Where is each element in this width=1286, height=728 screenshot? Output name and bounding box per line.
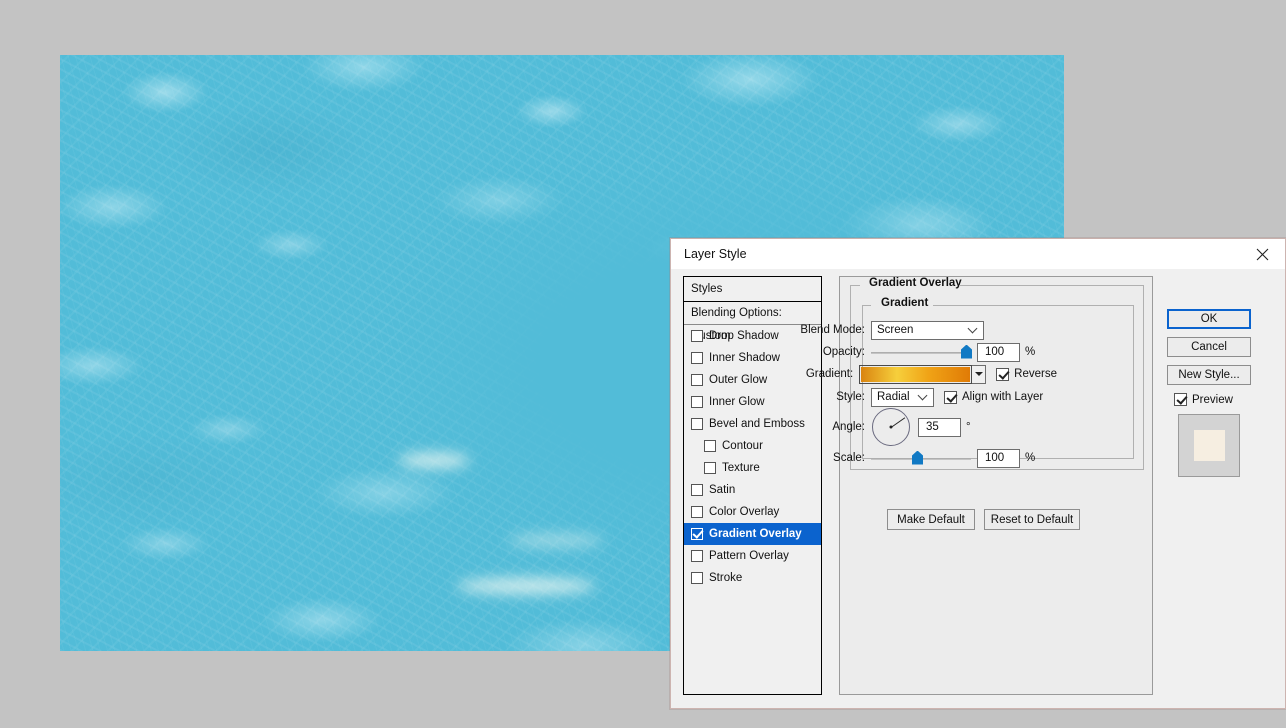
- styles-list-header: Styles: [684, 277, 821, 302]
- gradient-group: Gradient Blend Mode: Screen Opacity: 100…: [800, 297, 1134, 468]
- triangle-down-icon: [974, 372, 983, 376]
- sidebar-item-stroke[interactable]: Stroke: [684, 567, 821, 589]
- cancel-button[interactable]: Cancel: [1167, 337, 1251, 357]
- canvas-brush-stroke: [398, 453, 470, 468]
- align-with-layer-checkbox-box[interactable]: [944, 390, 957, 404]
- sidebar-item-color-overlay[interactable]: Color Overlay: [684, 501, 821, 523]
- chevron-down-icon: [917, 390, 928, 401]
- angle-dial[interactable]: [872, 408, 910, 446]
- new-style-button[interactable]: New Style...: [1167, 365, 1251, 385]
- opacity-unit: %: [1025, 346, 1036, 358]
- opacity-slider-thumb[interactable]: [961, 344, 972, 359]
- gradient-group-title: Gradient: [877, 297, 933, 309]
- satin-checkbox[interactable]: [691, 484, 703, 496]
- sidebar-item-label: Drop Shadow: [709, 330, 779, 342]
- canvas-brush-stroke: [508, 534, 604, 547]
- dialog-titlebar[interactable]: Layer Style: [671, 239, 1285, 269]
- gradient-overlay-checkbox[interactable]: [691, 528, 703, 540]
- blend-mode-label: Blend Mode:: [800, 324, 865, 336]
- gradient-style-select[interactable]: Radial: [871, 387, 934, 407]
- dialog-action-panel: OK Cancel New Style... Preview: [1167, 309, 1257, 477]
- preview-checkbox[interactable]: Preview: [1174, 393, 1257, 406]
- sidebar-item-gradient-overlay[interactable]: Gradient Overlay: [684, 523, 821, 545]
- angle-input[interactable]: 35: [918, 417, 961, 437]
- dialog-body: Styles Blending Options: Custom Drop Sha…: [671, 269, 1285, 708]
- inner-shadow-checkbox[interactable]: [691, 352, 703, 364]
- inner-glow-checkbox[interactable]: [691, 396, 703, 408]
- scale-input[interactable]: 100: [977, 448, 1020, 468]
- reverse-checkbox[interactable]: Reverse: [996, 367, 1057, 381]
- texture-checkbox[interactable]: [704, 462, 716, 474]
- sidebar-item-label: Inner Shadow: [709, 352, 780, 364]
- preview-thumbnail-swatch: [1193, 430, 1225, 461]
- gradient-overlay-settings-panel: Gradient Overlay Gradient Blend Mode: Sc…: [800, 276, 1153, 695]
- scale-slider-thumb[interactable]: [912, 450, 923, 465]
- sidebar-item-label: Gradient Overlay: [709, 528, 802, 540]
- contour-checkbox[interactable]: [704, 440, 716, 452]
- chevron-down-icon: [967, 323, 978, 334]
- gradient-preview: [861, 366, 971, 382]
- make-default-button[interactable]: Make Default: [887, 509, 975, 530]
- scale-slider[interactable]: [871, 449, 971, 468]
- angle-dial-needle: [890, 417, 906, 428]
- sidebar-item-label: Inner Glow: [709, 396, 765, 408]
- gradient-label: Gradient:: [805, 368, 854, 380]
- scale-unit: %: [1025, 452, 1036, 464]
- angle-dial-hub: [889, 425, 893, 429]
- gradient-overlay-group-title: Gradient Overlay: [865, 277, 966, 289]
- angle-label: Angle:: [832, 421, 865, 433]
- sidebar-item-label: Color Overlay: [709, 506, 780, 518]
- angle-unit: °: [966, 421, 971, 433]
- gradient-style-value: Radial: [877, 391, 910, 403]
- opacity-slider-track: [871, 351, 971, 354]
- reverse-checkbox-box[interactable]: [996, 367, 1010, 381]
- align-with-layer-label: Align with Layer: [962, 391, 1044, 403]
- gradient-picker-dropdown[interactable]: [971, 364, 987, 384]
- blend-mode-select[interactable]: Screen: [871, 320, 984, 340]
- sidebar-item-label: Texture: [722, 462, 760, 474]
- outer-glow-checkbox[interactable]: [691, 374, 703, 386]
- dialog-title: Layer Style: [684, 247, 747, 261]
- align-with-layer-checkbox[interactable]: Align with Layer: [944, 390, 1044, 404]
- gradient-swatch-button[interactable]: [859, 364, 973, 384]
- canvas-brush-stroke: [456, 578, 596, 594]
- sidebar-item-label: Stroke: [709, 572, 743, 584]
- style-label: Style:: [836, 391, 865, 403]
- opacity-input[interactable]: 100: [977, 342, 1020, 362]
- sidebar-item-label: Satin: [709, 484, 736, 496]
- gradient-overlay-group: Gradient Overlay Gradient Blend Mode: Sc…: [800, 277, 1144, 470]
- reset-to-default-button[interactable]: Reset to Default: [984, 509, 1080, 530]
- color-overlay-checkbox[interactable]: [691, 506, 703, 518]
- opacity-label: Opacity:: [822, 346, 865, 358]
- sidebar-item-satin[interactable]: Satin: [684, 479, 821, 501]
- sidebar-item-pattern-overlay[interactable]: Pattern Overlay: [684, 545, 821, 567]
- sidebar-item-label: Pattern Overlay: [709, 550, 789, 562]
- sidebar-item-label: Outer Glow: [709, 374, 768, 386]
- pattern-overlay-checkbox[interactable]: [691, 550, 703, 562]
- drop-shadow-checkbox[interactable]: [691, 330, 703, 342]
- blend-mode-value: Screen: [877, 324, 914, 336]
- layer-style-dialog: Layer Style Styles Blending Options: Cus…: [670, 238, 1286, 709]
- preview-thumbnail: [1178, 414, 1240, 477]
- preview-checkbox-box[interactable]: [1174, 393, 1187, 406]
- stroke-checkbox[interactable]: [691, 572, 703, 584]
- reverse-label: Reverse: [1014, 368, 1057, 380]
- bevel-and-emboss-checkbox[interactable]: [691, 418, 703, 430]
- close-icon[interactable]: [1239, 239, 1285, 269]
- sidebar-item-label: Contour: [722, 440, 763, 452]
- opacity-slider[interactable]: [871, 343, 972, 362]
- ok-button[interactable]: OK: [1167, 309, 1251, 329]
- scale-label: Scale:: [833, 452, 865, 464]
- preview-label: Preview: [1192, 393, 1233, 406]
